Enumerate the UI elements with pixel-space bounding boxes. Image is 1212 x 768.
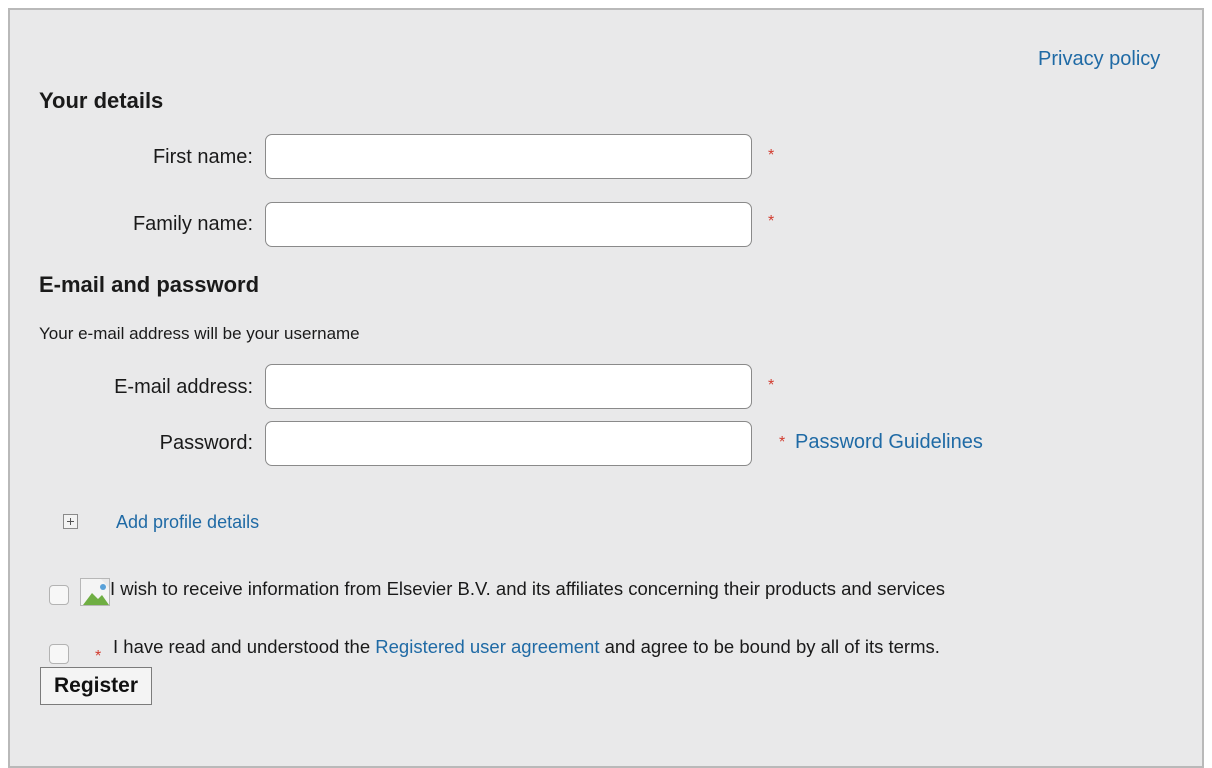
marketing-consent-text: I wish to receive information from Elsev…: [110, 578, 945, 599]
plus-box-icon[interactable]: [63, 514, 78, 529]
email-password-heading: E-mail and password: [39, 272, 260, 297]
add-profile-details-link[interactable]: Add profile details: [116, 512, 259, 533]
family-name-required-marker: *: [768, 213, 775, 230]
register-button[interactable]: Register: [40, 667, 153, 705]
email-label: E-mail address:: [114, 376, 253, 398]
agreement-text: I have read and understood the Registere…: [113, 636, 940, 658]
privacy-policy-link[interactable]: Privacy policy: [1038, 48, 1160, 71]
username-note: Your e-mail address will be your usernam…: [39, 324, 360, 343]
password-guidelines-link[interactable]: Password Guidelines: [795, 431, 983, 454]
your-details-heading: Your details: [39, 88, 164, 113]
family-name-input[interactable]: [265, 202, 752, 247]
agreement-text-after: and agree to be bound by all of its term…: [599, 636, 940, 657]
email-required-marker: *: [768, 377, 775, 394]
first-name-input[interactable]: [265, 134, 752, 179]
agreement-text-before: I have read and understood the: [113, 636, 376, 657]
first-name-required-marker: *: [768, 147, 775, 164]
registered-user-agreement-link[interactable]: Registered user agreement: [375, 636, 599, 657]
email-input[interactable]: [265, 364, 752, 409]
password-required-marker: *: [779, 434, 786, 451]
agreement-checkbox[interactable]: [49, 644, 69, 664]
marketing-checkbox[interactable]: [49, 585, 69, 605]
password-label: Password:: [159, 432, 253, 454]
password-input[interactable]: [265, 421, 752, 466]
agreement-required-marker: *: [95, 648, 102, 665]
first-name-label: First name:: [152, 146, 253, 168]
broken-image-icon: [80, 578, 110, 606]
family-name-label: Family name:: [132, 213, 253, 235]
